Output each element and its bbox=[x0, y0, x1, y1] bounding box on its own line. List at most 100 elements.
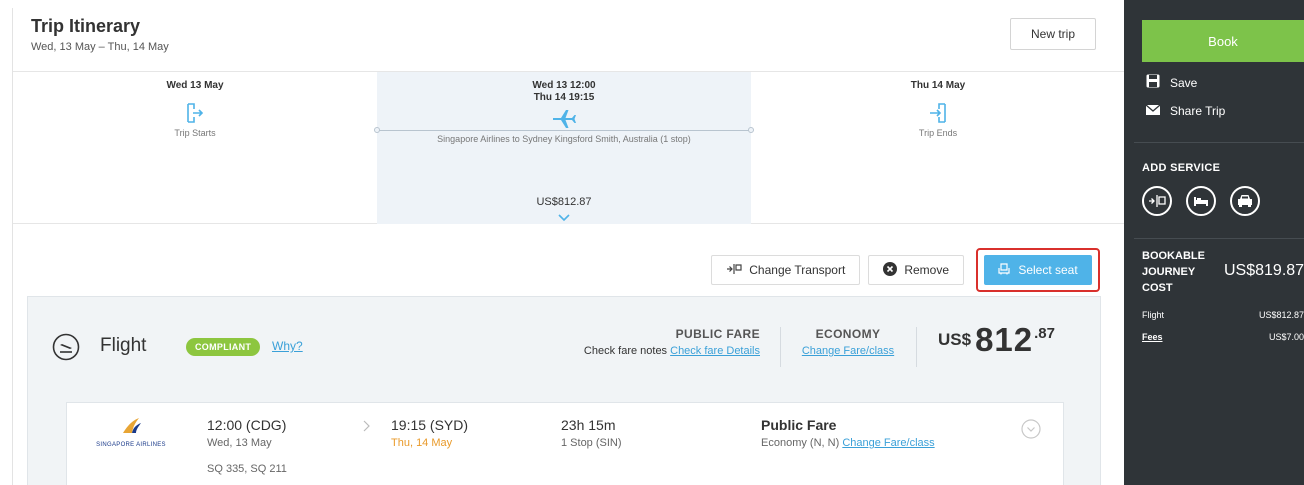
flight-cost-value: US$812.87 bbox=[1258, 310, 1304, 320]
segment-arrival: 19:15 (SYD) Thu, 14 May bbox=[391, 417, 468, 449]
book-button[interactable]: Book bbox=[1142, 20, 1304, 62]
price-integer: 812 bbox=[975, 321, 1034, 358]
price-currency: US$ bbox=[938, 330, 972, 349]
flight-numbers: SQ 335, SQ 211 bbox=[207, 463, 287, 475]
depart-date: Wed, 13 May bbox=[207, 437, 272, 449]
itinerary-panel: Trip Itinerary Wed, 13 May – Thu, 14 May… bbox=[12, 8, 1124, 485]
flight-cost-label: Flight bbox=[1142, 310, 1165, 320]
select-seat-button[interactable]: Select seat bbox=[984, 255, 1092, 285]
add-car-icon[interactable] bbox=[1230, 186, 1260, 216]
sidebar-divider-2 bbox=[1134, 238, 1304, 239]
sidebar-divider bbox=[1134, 142, 1304, 143]
flight-title: Flight bbox=[100, 335, 147, 356]
fees-value: US$7.00 bbox=[1268, 332, 1304, 342]
trip-end-icon bbox=[751, 102, 1125, 124]
transport-price: US$812.87 bbox=[536, 196, 592, 208]
price-divider bbox=[916, 327, 917, 367]
airline-name: SINGAPORE AIRLINES bbox=[96, 442, 166, 448]
fees-row: Fees US$7.00 bbox=[1142, 332, 1304, 342]
new-trip-button[interactable]: New trip bbox=[1010, 18, 1096, 50]
save-label: Save bbox=[1170, 75, 1198, 90]
flight-circle-icon bbox=[52, 333, 80, 366]
fare-divider bbox=[780, 327, 781, 367]
segment-departure: 12:00 (CDG) Wed, 13 May SQ 335, SQ 211 bbox=[207, 417, 287, 475]
cabin-class-block: ECONOMY Change Fare/class bbox=[798, 327, 898, 357]
trip-start-label: Trip Starts bbox=[174, 128, 216, 138]
trip-start-date: Wed 13 May bbox=[166, 80, 224, 91]
add-hotel-icon[interactable] bbox=[1186, 186, 1216, 216]
price-decimal: .87 bbox=[1034, 325, 1055, 342]
flight-card: Flight COMPLIANT Why? PUBLIC FARE Check … bbox=[27, 296, 1101, 485]
fare-title: Public Fare bbox=[761, 417, 837, 433]
cabin-class: ECONOMY bbox=[815, 327, 881, 341]
transport-depart-time: Wed 13 12:00 bbox=[532, 80, 596, 91]
transport-description: Singapore Airlines to Sydney Kingsford S… bbox=[437, 134, 691, 144]
remove-icon bbox=[883, 261, 898, 279]
trip-dates: Wed, 13 May – Thu, 14 May bbox=[31, 41, 169, 53]
check-fare-details-link[interactable]: Check fare Details bbox=[670, 345, 760, 357]
fare-type: PUBLIC FARE bbox=[675, 327, 760, 341]
select-seat-highlight: Select seat bbox=[976, 248, 1100, 292]
cost-label-line-1: BOOKABLE bbox=[1142, 250, 1205, 262]
singapore-airlines-bird-icon bbox=[123, 418, 141, 433]
fare-class: Economy (N, N) Change Fare/class bbox=[761, 437, 935, 449]
remove-button[interactable]: Remove bbox=[868, 255, 964, 285]
fare-type-block: PUBLIC FARE Check fare notes Check fare … bbox=[574, 327, 760, 357]
timeline-trip-end: Thu 14 May Trip Ends bbox=[751, 72, 1125, 224]
add-service-options bbox=[1142, 186, 1260, 216]
save-icon bbox=[1146, 74, 1160, 91]
flight-card-header: Flight COMPLIANT Why? PUBLIC FARE Check … bbox=[28, 297, 1100, 393]
change-transport-label: Change Transport bbox=[749, 263, 846, 277]
transport-actions: Change Transport Remove Select seat bbox=[711, 248, 1100, 292]
envelope-icon bbox=[1145, 104, 1161, 118]
flight-segment: SINGAPORE AIRLINES 12:00 (CDG) Wed, 13 M… bbox=[66, 402, 1064, 485]
segment-duration: 23h 15m 1 Stop (SIN) bbox=[561, 417, 622, 449]
trip-end-label: Trip Ends bbox=[918, 128, 958, 138]
segment-fare: Public Fare Economy (N, N) Change Fare/c… bbox=[761, 417, 935, 449]
cost-label-line-2: JOURNEY bbox=[1142, 266, 1196, 278]
fare-notes: Check fare notes Check fare Details bbox=[574, 345, 760, 357]
flight-cost-row: Flight US$812.87 bbox=[1142, 310, 1304, 320]
chevron-right-icon bbox=[363, 419, 371, 437]
plane-icon bbox=[377, 108, 751, 130]
timeline-line bbox=[374, 127, 754, 133]
change-fare-class-link[interactable]: Change Fare/class bbox=[802, 345, 894, 357]
segment-change-fare-link[interactable]: Change Fare/class bbox=[842, 437, 934, 449]
seat-icon bbox=[998, 262, 1010, 278]
timeline-transport[interactable]: Wed 13 12:00 Thu 14 19:15 Singapore Airl… bbox=[374, 72, 754, 224]
trip-start-icon bbox=[13, 102, 377, 124]
arrive-time: 19:15 (SYD) bbox=[391, 417, 469, 433]
save-link[interactable]: Save bbox=[1146, 74, 1197, 91]
share-trip-label: Share Trip bbox=[1170, 104, 1226, 118]
timeline-trip-start: Wed 13 May Trip Starts bbox=[13, 72, 377, 224]
select-seat-label: Select seat bbox=[1018, 263, 1078, 277]
trip-end-date: Thu 14 May bbox=[910, 80, 966, 91]
booking-sidebar: Book Save Share Trip ADD SERVICE BOOKABL… bbox=[1124, 0, 1304, 485]
fees-link[interactable]: Fees bbox=[1142, 332, 1163, 342]
change-transport-icon bbox=[726, 263, 742, 278]
flight-stops: 1 Stop (SIN) bbox=[561, 437, 622, 449]
cost-label-line-3: COST bbox=[1142, 282, 1173, 294]
depart-time: 12:00 (CDG) bbox=[207, 417, 287, 433]
add-transport-icon[interactable] bbox=[1142, 186, 1172, 216]
chevron-down-icon[interactable] bbox=[377, 214, 751, 222]
arrive-date: Thu, 14 May bbox=[391, 437, 453, 449]
change-transport-button[interactable]: Change Transport bbox=[711, 255, 861, 285]
share-trip-link[interactable]: Share Trip bbox=[1145, 104, 1226, 118]
transport-arrive-time: Thu 14 19:15 bbox=[533, 92, 595, 103]
trip-timeline: Wed 13 May Trip Starts Wed 13 12:00 Thu … bbox=[13, 72, 1124, 224]
bookable-cost-label: BOOKABLE JOURNEY COST bbox=[1142, 248, 1205, 296]
page-title: Trip Itinerary bbox=[31, 16, 141, 36]
why-link[interactable]: Why? bbox=[272, 339, 303, 353]
flight-price: US$ 812 .87 bbox=[938, 321, 1055, 359]
fare-notes-prefix: Check fare notes bbox=[583, 345, 668, 357]
add-service-heading: ADD SERVICE bbox=[1142, 162, 1221, 174]
airline-logo: SINGAPORE AIRLINES bbox=[91, 417, 171, 448]
compliant-badge: COMPLIANT bbox=[186, 338, 261, 356]
itinerary-header: Trip Itinerary Wed, 13 May – Thu, 14 May… bbox=[13, 8, 1124, 72]
remove-label: Remove bbox=[904, 263, 949, 277]
fare-class-prefix: Economy (N, N) bbox=[761, 437, 840, 449]
flight-duration: 23h 15m bbox=[561, 417, 616, 433]
expand-segment-icon[interactable] bbox=[1021, 419, 1041, 444]
bookable-cost-value: US$819.87 bbox=[1224, 262, 1304, 279]
